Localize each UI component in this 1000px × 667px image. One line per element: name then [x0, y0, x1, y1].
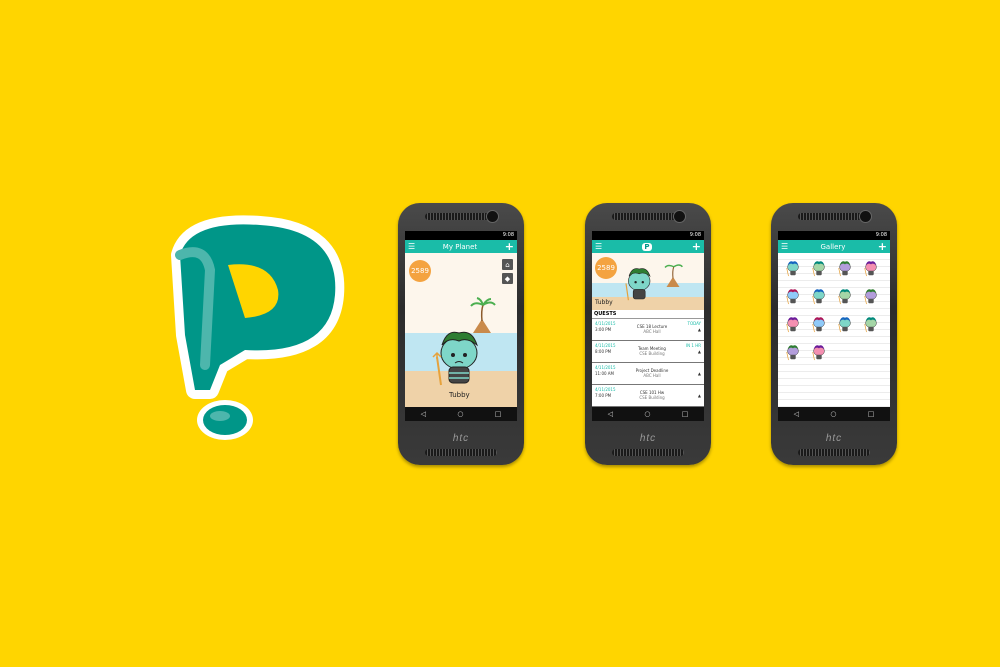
- quest-location: ABC Hall: [643, 373, 661, 378]
- bank-icon[interactable]: ⌂: [502, 259, 513, 270]
- screen: 9:08 ☰ P + 2589 Tubby QUESTS 4/11/2015 3…: [592, 231, 704, 421]
- gallery-creature-icon[interactable]: [810, 343, 828, 361]
- back-icon[interactable]: ◁: [608, 410, 613, 418]
- status-bar: 9:08: [592, 231, 704, 240]
- quest-tag: TODAY: [687, 321, 701, 326]
- hamburger-icon[interactable]: ☰: [595, 242, 602, 251]
- coins-count: 2589: [411, 267, 429, 275]
- coins-badge[interactable]: 2589: [409, 260, 431, 282]
- planet-scene: 2589 ⌂ ◆ Tubby: [405, 253, 517, 407]
- home-icon[interactable]: ○: [644, 410, 650, 418]
- coins-count: 2589: [597, 264, 615, 272]
- front-camera: [859, 210, 872, 223]
- app-bar: ☰ My Planet +: [405, 240, 517, 253]
- gallery-creature-icon[interactable]: [784, 343, 802, 361]
- quest-list: 4/11/2015 3:00 PM CSE 18 Lecture ABC Hal…: [592, 319, 704, 421]
- quest-time: 7:00 PM: [595, 393, 612, 398]
- plus-icon[interactable]: +: [878, 241, 887, 252]
- quest-tag: IN 1 HR: [685, 343, 701, 348]
- gallery-creature-icon[interactable]: [836, 287, 854, 305]
- app-logo-icon: P: [642, 242, 652, 251]
- android-nav-bar: ◁ ○ □: [592, 407, 704, 421]
- gallery-creature-icon[interactable]: [836, 259, 854, 277]
- app-logo: [171, 215, 345, 440]
- pet-name: Tubby: [595, 299, 613, 306]
- gallery-creature-icon[interactable]: [810, 259, 828, 277]
- bell-icon[interactable]: ▲: [698, 349, 701, 354]
- phone-brand: htc: [452, 433, 470, 444]
- phone-gallery: 9:08 ☰ Gallery + ◁ ○ □ htc: [771, 203, 897, 465]
- phone-quests: 9:08 ☰ P + 2589 Tubby QUESTS 4/11/2015 3…: [585, 203, 711, 465]
- pet-creature-icon: [432, 331, 478, 386]
- plus-icon[interactable]: +: [692, 241, 701, 252]
- status-time: 9:08: [875, 232, 887, 238]
- quest-location: CSE Building: [639, 351, 665, 356]
- bell-icon[interactable]: ▲: [698, 371, 701, 376]
- recents-icon[interactable]: □: [495, 410, 502, 418]
- quest-time: 3:00 PM: [595, 327, 612, 332]
- coins-badge[interactable]: 2589: [595, 257, 617, 279]
- quest-date: 4/11/2015: [595, 387, 616, 392]
- front-camera: [486, 210, 499, 223]
- android-nav-bar: ◁ ○ □: [405, 407, 517, 421]
- app-bar: ☰ Gallery +: [778, 240, 890, 253]
- gallery-creature-icon[interactable]: [862, 315, 880, 333]
- quest-date: 4/11/2015: [595, 343, 616, 348]
- phone-my-planet: 9:08 ☰ My Planet + 2589 ⌂ ◆ Tubby ◁ ○ □ …: [398, 203, 524, 465]
- bell-icon[interactable]: ▲: [698, 393, 701, 398]
- app-bar: ☰ P +: [592, 240, 704, 253]
- status-time: 9:08: [502, 232, 514, 238]
- home-icon[interactable]: ○: [830, 410, 836, 418]
- quest-date: 4/11/2015: [595, 321, 616, 326]
- hamburger-icon[interactable]: ☰: [781, 242, 788, 251]
- quest-location: CSE Building: [639, 395, 665, 400]
- gallery-creature-icon[interactable]: [810, 287, 828, 305]
- android-nav-bar: ◁ ○ □: [778, 407, 890, 421]
- phone-brand: htc: [825, 433, 843, 444]
- plus-icon[interactable]: +: [505, 241, 514, 252]
- quest-item[interactable]: 4/11/2015 7:00 PM CSE 101 Hw CSE Buildin…: [592, 385, 704, 407]
- gallery-creature-icon[interactable]: [862, 287, 880, 305]
- screen: 9:08 ☰ My Planet + 2589 ⌂ ◆ Tubby ◁ ○ □: [405, 231, 517, 421]
- pet-name: Tubby: [449, 391, 470, 399]
- quest-time: 8:00 PM: [595, 349, 612, 354]
- front-camera: [673, 210, 686, 223]
- badge-icon[interactable]: ◆: [502, 273, 513, 284]
- status-bar: 9:08: [405, 231, 517, 240]
- quest-item[interactable]: 4/11/2015 11:00 AM Project Deadline ABC …: [592, 363, 704, 385]
- back-icon[interactable]: ◁: [421, 410, 426, 418]
- hamburger-icon[interactable]: ☰: [408, 242, 415, 251]
- quest-item[interactable]: 4/11/2015 3:00 PM CSE 18 Lecture ABC Hal…: [592, 319, 704, 341]
- gallery-grid: [778, 253, 890, 407]
- status-time: 9:08: [689, 232, 701, 238]
- app-bar-title: My Planet: [442, 242, 478, 251]
- gallery-creature-icon[interactable]: [836, 315, 854, 333]
- exclamation-p-logo-icon: [171, 215, 345, 440]
- status-bar: 9:08: [778, 231, 890, 240]
- palm-island-icon: [664, 264, 683, 287]
- pet-creature-icon: [625, 268, 651, 301]
- phone-brand: htc: [639, 433, 657, 444]
- recents-icon[interactable]: □: [868, 410, 875, 418]
- recents-icon[interactable]: □: [682, 410, 689, 418]
- gallery-creature-icon[interactable]: [810, 315, 828, 333]
- gallery-creature-icon[interactable]: [784, 287, 802, 305]
- planet-mini-scene: 2589 Tubby: [592, 253, 704, 310]
- quest-date: 4/11/2015: [595, 365, 616, 370]
- back-icon[interactable]: ◁: [794, 410, 799, 418]
- quest-time: 11:00 AM: [595, 371, 614, 376]
- quest-item[interactable]: 4/11/2015 8:00 PM Team Meeting CSE Build…: [592, 341, 704, 363]
- app-bar-title: Gallery: [820, 242, 846, 251]
- bottom-speaker: [425, 449, 497, 456]
- bottom-speaker: [612, 449, 684, 456]
- screen: 9:08 ☰ Gallery + ◁ ○ □: [778, 231, 890, 421]
- home-icon[interactable]: ○: [457, 410, 463, 418]
- gallery-creature-icon[interactable]: [784, 315, 802, 333]
- gallery-creature-icon[interactable]: [862, 259, 880, 277]
- gallery-creature-icon[interactable]: [784, 259, 802, 277]
- quest-location: ABC Hall: [643, 329, 661, 334]
- bell-icon[interactable]: ▲: [698, 327, 701, 332]
- bottom-speaker: [798, 449, 870, 456]
- quests-heading: QUESTS: [592, 310, 704, 319]
